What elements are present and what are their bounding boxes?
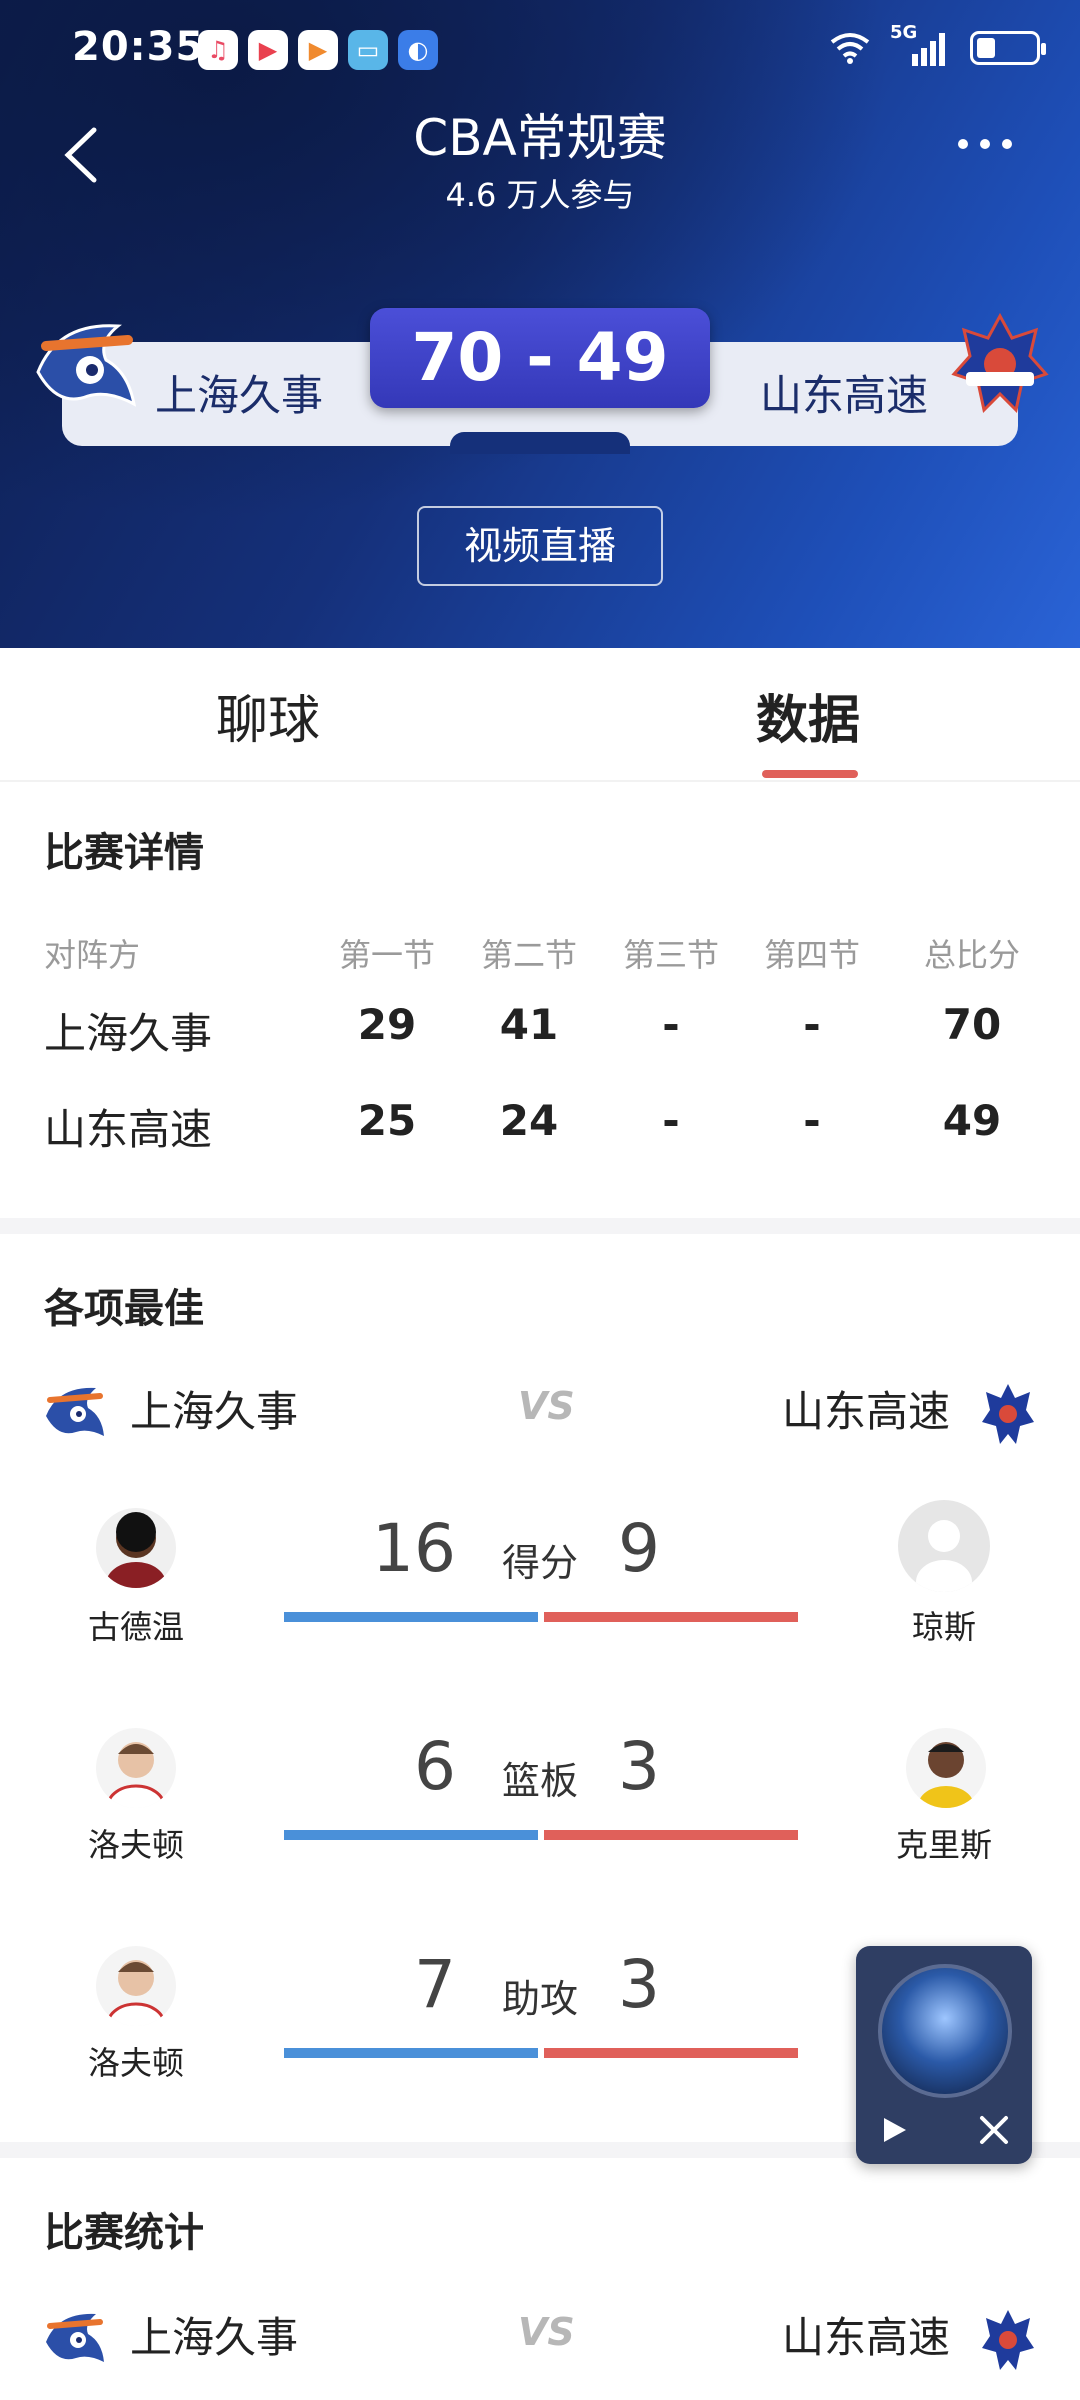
sharks-logo (46, 2313, 104, 2362)
home-stat-bar (284, 2048, 538, 2058)
col-total: 总比分 (923, 936, 1020, 974)
notification-icons: ♫ ▶ ▶ ▭ ◐ (198, 30, 438, 70)
row-q3: - (662, 1000, 680, 1049)
row-team: 山东高速 (44, 1105, 213, 1154)
avatar[interactable] (96, 1946, 176, 2026)
row-q2: 24 (499, 1096, 559, 1145)
book-app-icon: ▭ (348, 30, 388, 70)
best-teams-row: 上海久事 VS 山东高速 (0, 1372, 1080, 1452)
shandong-logo[interactable] (950, 312, 1050, 418)
browser-app-icon: ◐ (398, 30, 438, 70)
home-stat-value: 16 (372, 1510, 456, 1587)
video-app-icon: ▶ (248, 30, 288, 70)
avatar[interactable] (96, 1508, 176, 1588)
col-q1: 第一节 (338, 936, 435, 974)
home-stat-value: 6 (414, 1728, 456, 1805)
vs-label: VS (518, 1384, 575, 1428)
stat-label: 得分 (501, 1541, 578, 1585)
active-tab-indicator (762, 770, 858, 778)
scoreboard-notch (450, 432, 630, 454)
participants-count: 4.6 万人参与 (445, 176, 635, 214)
away-stat-bar (544, 1612, 798, 1622)
battery-icon (970, 31, 1046, 65)
row-team: 上海久事 (44, 1009, 213, 1058)
away-player-name[interactable]: 琼斯 (854, 1602, 1034, 1648)
best-title: 各项最佳 (44, 1286, 204, 1332)
sharks-logo[interactable] (28, 312, 146, 416)
home-team-name[interactable]: 上海久事 (155, 362, 323, 423)
home-stat-value: 7 (414, 1946, 456, 2023)
row-total: 49 (942, 1096, 1002, 1145)
away-stat-bar (544, 1830, 798, 1840)
avatar[interactable] (906, 1728, 986, 1808)
status-time: 20:35 (72, 24, 205, 70)
stats-teams-row: 上海久事 VS 山东高速 (0, 2298, 1080, 2378)
more-icon[interactable] (958, 134, 1028, 164)
col-q3: 第三节 (622, 936, 719, 974)
away-stat-bar (544, 2048, 798, 2058)
stat-label: 助攻 (501, 1977, 578, 2021)
tab-bar: 聊球 数据 (0, 648, 1080, 782)
row-q3: - (662, 1096, 680, 1145)
section-divider (0, 1218, 1080, 1234)
avatar-placeholder[interactable] (898, 1500, 990, 1592)
match-score: 70 - 49 (370, 308, 710, 408)
home-stat-bar (284, 1612, 538, 1622)
tab-data[interactable]: 数据 (756, 678, 860, 753)
row-q1: 25 (357, 1096, 417, 1145)
home-player-name[interactable]: 洛夫顿 (46, 1820, 226, 1866)
shandong-logo (982, 1384, 1034, 1444)
away-stat-value: 9 (618, 1510, 660, 1587)
play-icon[interactable] (876, 2112, 912, 2148)
row-q4: - (803, 1096, 821, 1145)
close-icon[interactable] (976, 2112, 1012, 2148)
away-stat-value: 3 (618, 1946, 660, 2023)
vs-label: VS (518, 2310, 575, 2354)
floating-mini-player[interactable] (856, 1946, 1032, 2164)
sharks-logo (46, 1387, 104, 1436)
music-app-icon: ♫ (198, 30, 238, 70)
col-q2: 第二节 (480, 936, 577, 974)
row-q4: - (803, 1000, 821, 1049)
col-q4: 第四节 (763, 936, 860, 974)
away-team-name[interactable]: 山东高速 (760, 362, 928, 423)
row-q1: 29 (357, 1000, 417, 1049)
signal-icon: 5G (890, 22, 952, 68)
match-header: 20:35 ♫ ▶ ▶ ▭ ◐ 5G CBA常规赛 4.6 万人参与 上海久事 … (0, 0, 1080, 648)
away-team-name: 山东高速 (781, 1387, 950, 1436)
stat-label: 篮板 (501, 1759, 578, 1803)
col-team: 对阵方 (44, 936, 141, 974)
away-player-name[interactable]: 克里斯 (854, 1820, 1034, 1866)
tab-chat[interactable]: 聊球 (216, 678, 320, 753)
away-team-name: 山东高速 (781, 2313, 950, 2362)
home-team-name: 上海久事 (130, 1387, 299, 1436)
best-stat-row: 古德温 16 得分 9 琼斯 (0, 1490, 1080, 1690)
home-player-name[interactable]: 古德温 (46, 1602, 226, 1648)
status-bar: 20:35 ♫ ▶ ▶ ▭ ◐ 5G (0, 0, 1080, 100)
avatar[interactable] (96, 1728, 176, 1808)
page-title: CBA常规赛 (413, 109, 667, 167)
home-stat-bar (284, 1830, 538, 1840)
match-stats-title: 比赛统计 (44, 2210, 204, 2256)
system-icons: 5G (828, 22, 1046, 68)
shandong-logo (982, 2310, 1034, 2370)
video-live-button[interactable]: 视频直播 (417, 506, 663, 586)
match-detail-title: 比赛详情 (44, 830, 204, 876)
mini-player-thumbnail[interactable] (878, 1964, 1012, 2098)
away-stat-value: 3 (618, 1728, 660, 1805)
best-stat-row: 洛夫顿 6 篮板 3 克里斯 (0, 1708, 1080, 1908)
home-team-name: 上海久事 (130, 2313, 299, 2362)
row-total: 70 (942, 1000, 1002, 1049)
home-player-name[interactable]: 洛夫顿 (46, 2038, 226, 2084)
wifi-icon (830, 33, 870, 64)
row-q2: 41 (499, 1000, 559, 1049)
player-app-icon: ▶ (298, 30, 338, 70)
